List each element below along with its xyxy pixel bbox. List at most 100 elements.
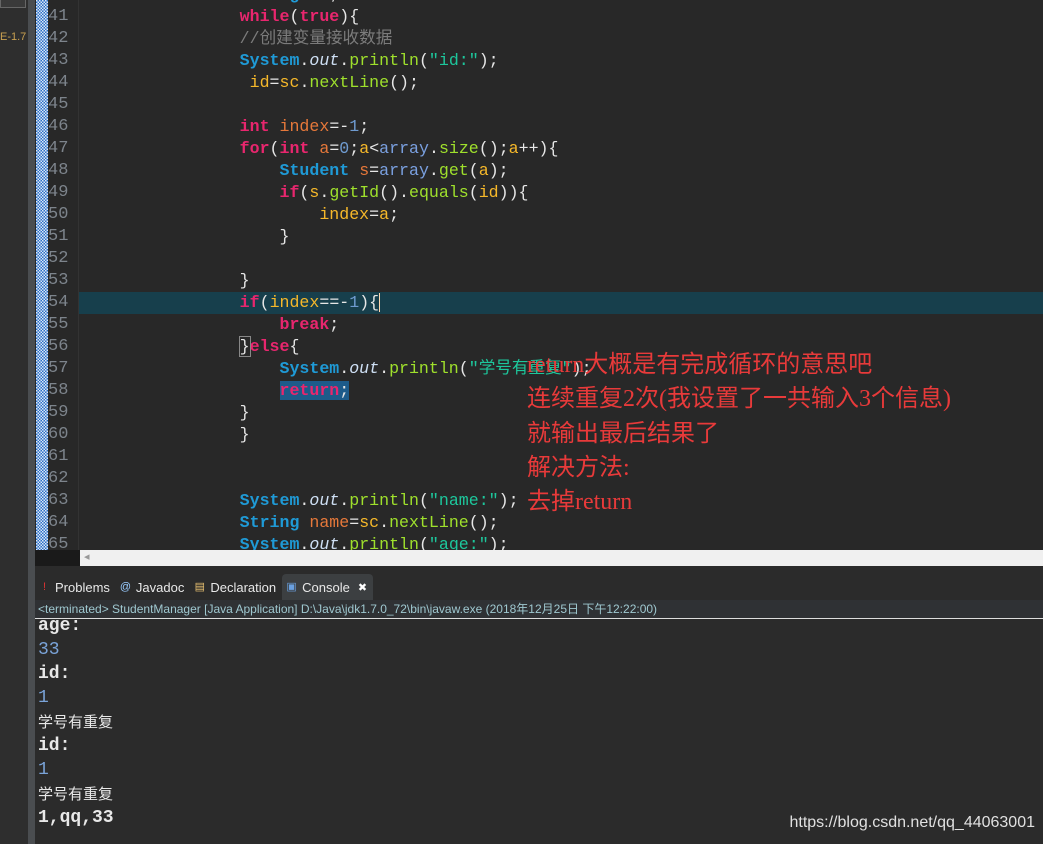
line-number: 49 [48,183,69,202]
line-number: 45 [48,95,69,114]
code-token: Student [279,161,350,180]
code-token: if [239,293,260,312]
javadoc-icon: @ [119,581,131,593]
code-line: int index=-1; [160,116,370,138]
code-token: ); [488,161,509,180]
code-token: ){ [339,7,360,26]
code-token: ( [259,293,270,312]
code-token: 0 [339,139,350,158]
console-line: id: [38,736,71,756]
code-token: } [239,403,250,422]
code-token: println [349,51,419,70]
code-token: name [309,513,350,532]
code-token: while [239,7,290,26]
editor-corner [35,550,80,566]
code-token: ; [349,139,360,158]
code-line: String name=sc.nextLine(); [160,512,499,534]
code-token: System [239,491,300,510]
scroll-left-icon[interactable]: ◂ [84,550,90,563]
code-token: System [279,359,340,378]
code-token: = [349,513,360,532]
tab-problems[interactable]: ! Problems [35,574,116,600]
code-token: 1 [349,293,360,312]
line-number: 64 [48,513,69,532]
annotation-text: return大概是有完成循环的意思吧 连续重复2次(我设置了一共输入3个信息) 就输… [527,348,951,519]
code-token: { [289,337,300,356]
code-token: id [478,183,499,202]
code-token: else [249,337,290,356]
console-line: 1 [38,760,49,780]
code-token: s [359,161,370,180]
line-number: 53 [48,271,69,290]
line-number: 41 [48,7,69,26]
line-number: 59 [48,403,69,422]
code-line: for(int a=0;a<array.size();a++){ [160,138,559,160]
code-token: ( [418,51,429,70]
code-token: } [238,336,251,357]
code-line: } [160,402,250,424]
code-token: )){ [498,183,529,202]
tab-javadoc[interactable]: @ Javadoc [116,574,190,600]
code-token: out [349,359,380,378]
console-line: 学号有重复 [38,713,114,731]
code-token: index [279,117,330,136]
code-token: . [299,51,310,70]
line-number: 47 [48,139,69,158]
code-token: a [379,205,390,224]
jre-label: E-1.7 [0,31,27,43]
code-line: id=sc.nextLine(); [160,72,419,94]
line-number: 60 [48,425,69,444]
line-number: 48 [48,161,69,180]
horizontal-scrollbar[interactable]: ◂ [80,550,1043,566]
code-token: (); [468,513,499,532]
code-token: ; [329,315,340,334]
close-icon[interactable]: ✖ [358,581,367,594]
code-token: for [239,139,270,158]
code-token: int [239,117,270,136]
tab-console[interactable]: ▣ Console ✖ [282,574,374,600]
code-line: System.out.println("id:"); [160,50,499,72]
code-token: < [369,139,380,158]
code-token: ); [478,51,499,70]
console-line: id: [38,664,71,684]
code-token: println [389,359,459,378]
tab-label: Problems [55,579,110,595]
console-line: 33 [38,640,60,660]
line-number: 55 [48,315,69,334]
line-number: 63 [48,491,69,510]
code-token: ( [468,183,479,202]
code-line: System.out.println("name:"); [160,490,519,512]
code-token: ; [329,0,339,4]
line-number: 62 [48,469,69,488]
panel-sash[interactable] [28,0,35,844]
code-token: ( [468,161,479,180]
code-token: break [279,315,330,334]
line-number: 44 [48,73,69,92]
annotation-line: return大概是有完成循环的意思吧 [527,352,873,378]
code-line: while(true){ [160,6,360,28]
line-number: 54 [48,293,69,312]
code-token: out [309,491,340,510]
console-output[interactable]: age: 33 id: 1 学号有重复 id: 1 学号有重复 1,qq,33 [35,620,1043,844]
code-line: return; [160,380,350,402]
code-token: "id:" [428,51,479,70]
code-token: sc [359,513,380,532]
tab-label: Declaration [210,579,277,595]
annotation-line: 就输出最后结果了 [527,420,719,447]
code-token: (); [478,139,509,158]
code-token: . [379,513,390,532]
code-token: index [269,293,320,312]
tab-declaration[interactable]: ▤ Declaration [190,574,282,600]
line-number: 51 [48,227,69,246]
code-line: Student s=array.get(a); [160,160,509,182]
code-line: //创建变量接收数据 [160,28,393,50]
code-token: a [508,139,519,158]
console-line: 1,qq,33 [38,808,114,828]
code-line: if(index==-1){ [160,292,381,314]
tab-label: Javadoc [135,579,185,595]
